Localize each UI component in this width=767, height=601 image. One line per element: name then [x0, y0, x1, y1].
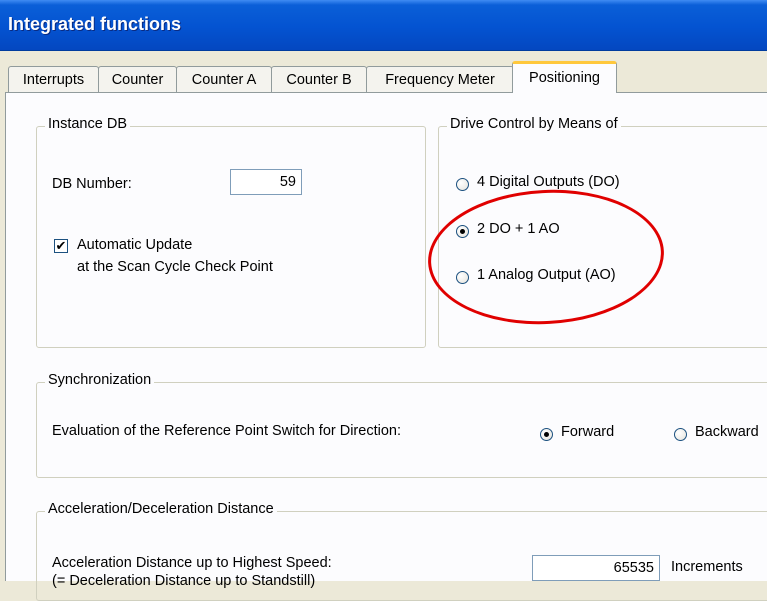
radio-4-digital-outputs[interactable]: [456, 178, 469, 191]
tab-positioning[interactable]: Positioning: [512, 61, 617, 93]
tab-interrupts[interactable]: Interrupts: [8, 66, 99, 92]
radio-backward-label: Backward: [695, 424, 759, 440]
drive-control-group: Drive Control by Means of 4 Digital Outp…: [438, 116, 767, 348]
auto-update-label-line1: Automatic Update: [77, 237, 193, 253]
drive-control-legend: Drive Control by Means of: [447, 116, 621, 132]
radio-4-digital-outputs-label: 4 Digital Outputs (DO): [477, 174, 620, 190]
auto-update-label-line2: at the Scan Cycle Check Point: [77, 259, 273, 275]
accel-distance-label-line2: (= Deceleration Distance up to Standstil…: [52, 573, 316, 589]
radio-2do-1ao-label: 2 DO + 1 AO: [477, 221, 560, 237]
db-number-label: DB Number:: [52, 176, 132, 192]
synchronization-group: Synchronization Evaluation of the Refere…: [36, 372, 767, 478]
synchronization-legend: Synchronization: [45, 372, 155, 388]
instance-db-legend: Instance DB: [45, 116, 130, 132]
accel-distance-label-line1: Acceleration Distance up to Highest Spee…: [52, 555, 332, 571]
tab-counter-a[interactable]: Counter A: [176, 66, 272, 92]
radio-1-analog-output-label: 1 Analog Output (AO): [477, 267, 616, 283]
radio-forward[interactable]: [540, 428, 553, 441]
accel-decel-legend: Acceleration/Deceleration Distance: [45, 501, 277, 517]
tab-counter[interactable]: Counter: [98, 66, 177, 92]
radio-1-analog-output[interactable]: [456, 271, 469, 284]
accel-distance-unit: Increments: [671, 559, 743, 575]
instance-db-group: Instance DB DB Number: 59 ✔ Automatic Up…: [36, 116, 426, 348]
radio-2do-1ao[interactable]: [456, 225, 469, 238]
title-bar: Integrated functions: [0, 0, 767, 51]
accel-distance-input[interactable]: 65535: [532, 555, 660, 581]
db-number-input[interactable]: 59: [230, 169, 302, 195]
auto-update-checkbox[interactable]: ✔: [54, 239, 68, 253]
radio-forward-label: Forward: [561, 424, 615, 440]
radio-backward[interactable]: [674, 428, 687, 441]
tab-counter-b[interactable]: Counter B: [271, 66, 367, 92]
window-title: Integrated functions: [8, 14, 182, 34]
tab-frequency-meter[interactable]: Frequency Meter: [366, 66, 514, 92]
reference-point-label: Evaluation of the Reference Point Switch…: [52, 423, 401, 439]
tab-panel-positioning: Instance DB DB Number: 59 ✔ Automatic Up…: [5, 92, 767, 601]
accel-decel-group: Acceleration/Deceleration Distance Accel…: [36, 501, 767, 601]
